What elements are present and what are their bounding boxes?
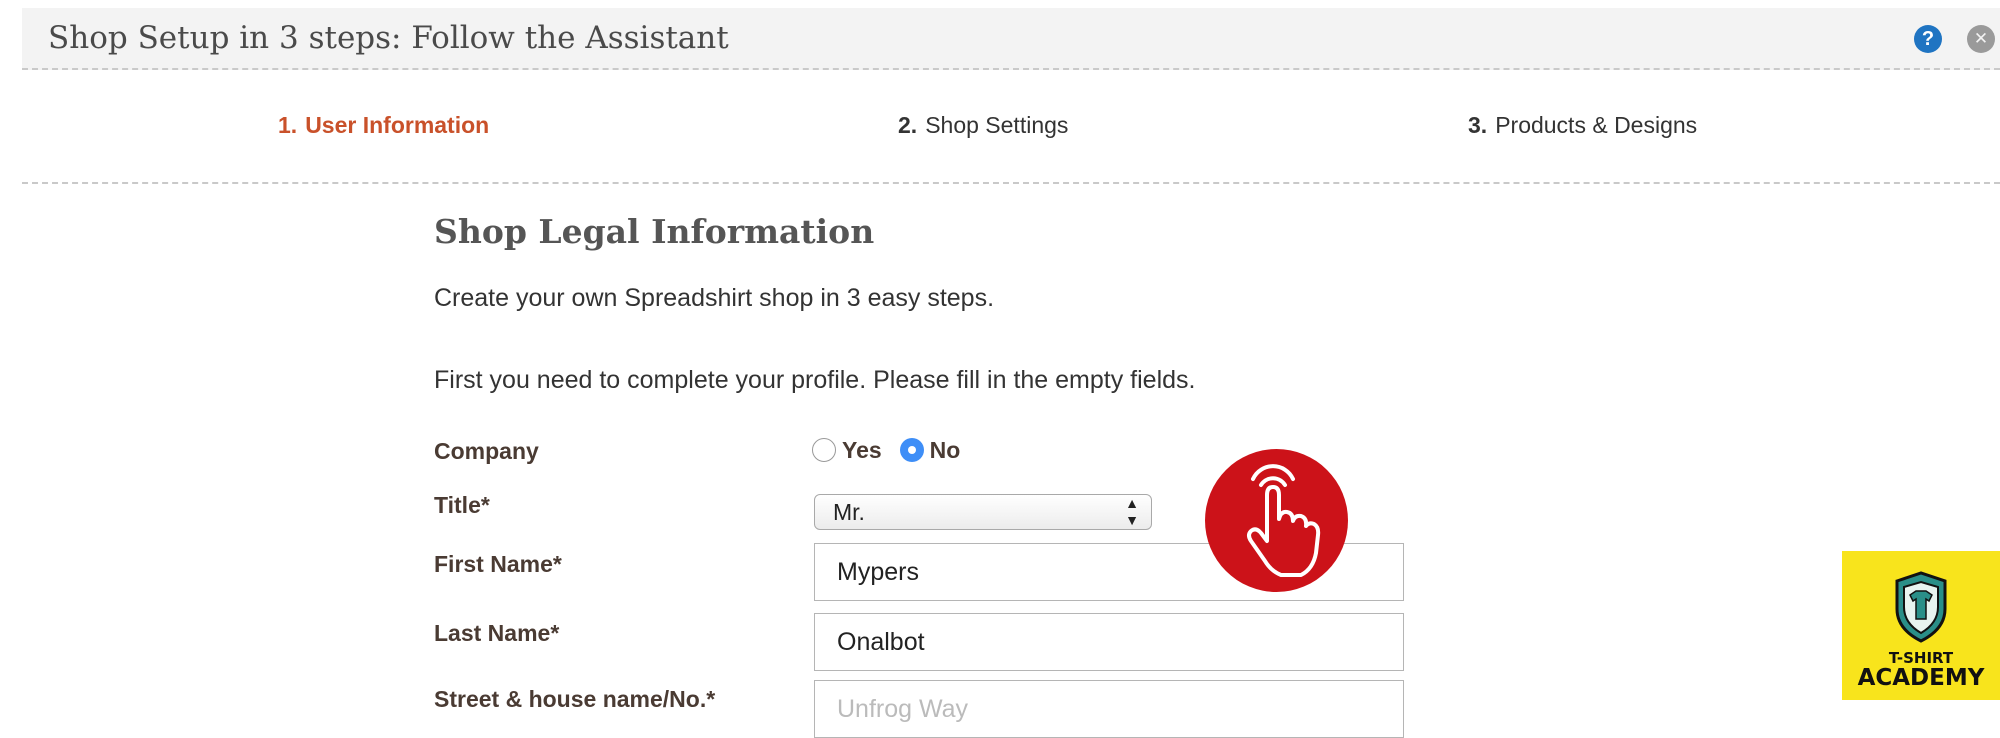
assistant-header: Shop Setup in 3 steps: Follow the Assist… bbox=[22, 8, 2000, 70]
tshirt-academy-logo[interactable]: T-SHIRT ACADEMY bbox=[1842, 551, 2000, 700]
company-no-radio[interactable] bbox=[899, 438, 924, 462]
last-name-label: Last Name* bbox=[434, 620, 560, 646]
intro-text: Create your own Spreadshirt shop in 3 ea… bbox=[434, 284, 995, 312]
title-select-value: Mr. bbox=[833, 499, 865, 525]
company-radio-group: Yes No bbox=[812, 432, 978, 468]
pointing-hand-glyph bbox=[1247, 464, 1321, 577]
instruction-text: First you need to complete your profile.… bbox=[434, 366, 1196, 394]
step-shop-settings[interactable]: 2. Shop Settings bbox=[898, 112, 1068, 139]
title-label: Title* bbox=[434, 492, 490, 518]
step-number: 1. bbox=[278, 112, 298, 138]
pointing-hand-icon bbox=[1205, 449, 1348, 592]
company-label: Company bbox=[434, 438, 539, 464]
step-number: 2. bbox=[898, 112, 918, 138]
close-icon[interactable]: ✕ bbox=[1967, 25, 1995, 53]
academy-line2: ACADEMY bbox=[1857, 665, 1985, 691]
assistant-title: Shop Setup in 3 steps: Follow the Assist… bbox=[48, 20, 729, 56]
steps-bar: 1. User Information 2. Shop Settings 3. Pro… bbox=[22, 70, 2000, 184]
step-label: Shop Settings bbox=[925, 112, 1069, 138]
street-input[interactable]: Unfrog Way bbox=[814, 680, 1404, 738]
step-label: Products & Designs bbox=[1495, 112, 1698, 138]
main-content: Shop Legal Information Create your own S… bbox=[434, 212, 1534, 394]
last-name-input[interactable]: Onalbot bbox=[814, 613, 1404, 671]
company-no-label[interactable]: No bbox=[930, 437, 961, 464]
first-name-label: First Name* bbox=[434, 551, 562, 577]
help-icon[interactable]: ? bbox=[1914, 25, 1942, 53]
step-number: 3. bbox=[1468, 112, 1488, 138]
step-label: User Information bbox=[305, 112, 490, 138]
section-title: Shop Legal Information bbox=[434, 212, 875, 251]
title-select[interactable]: Mr. ▲ ▼ bbox=[814, 494, 1152, 530]
step-products-designs[interactable]: 3. Products & Designs bbox=[1468, 112, 1697, 139]
select-arrows-icon: ▲ ▼ bbox=[1125, 495, 1139, 528]
step-user-information[interactable]: 1. User Information bbox=[278, 112, 489, 139]
company-yes-radio[interactable] bbox=[812, 438, 836, 462]
company-yes-label[interactable]: Yes bbox=[842, 437, 882, 464]
